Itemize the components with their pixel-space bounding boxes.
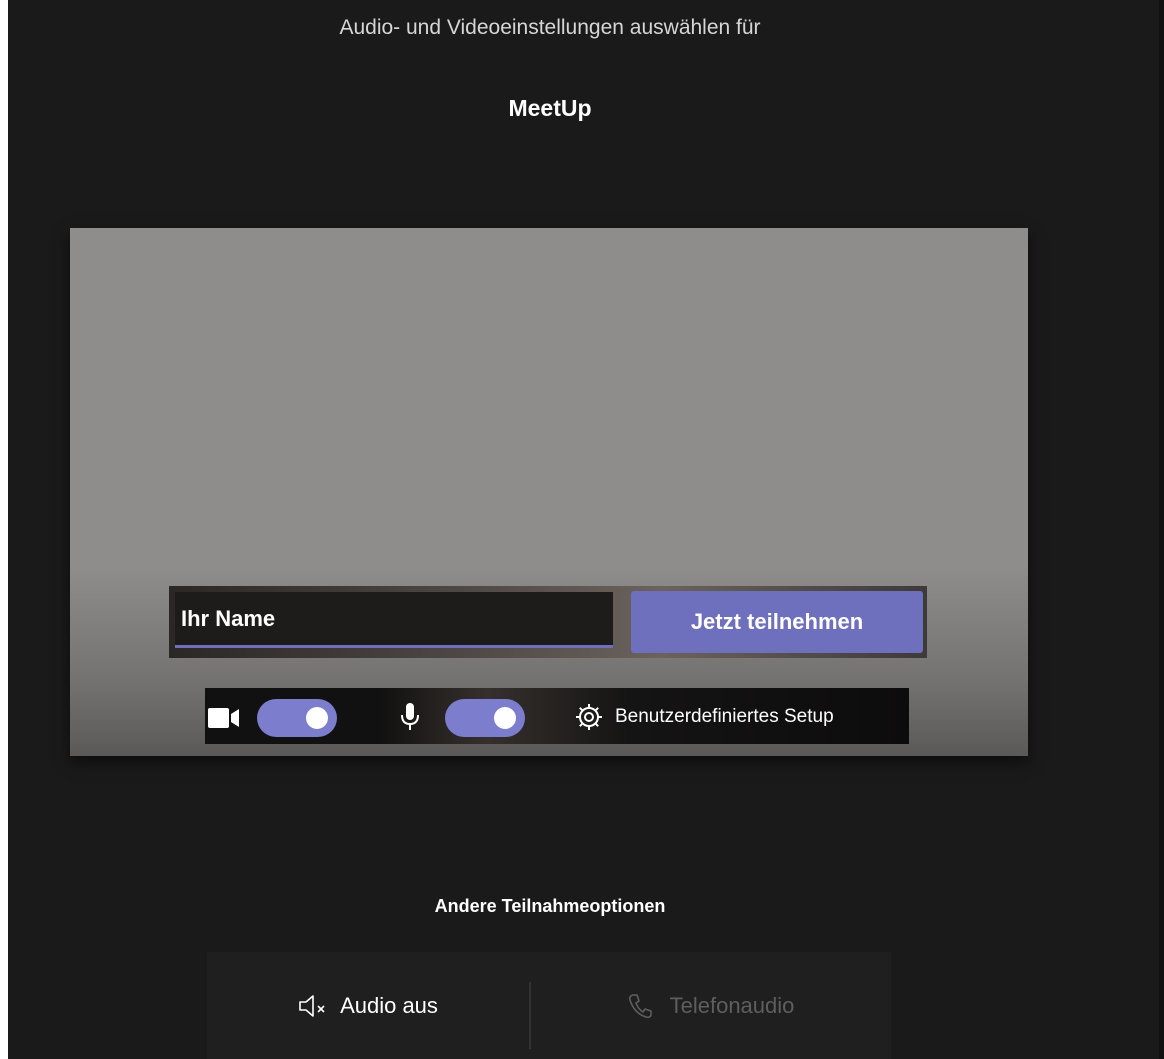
microphone-toggle-knob xyxy=(494,707,516,729)
window-right-edge xyxy=(1159,0,1164,1059)
video-preview: Jetzt teilnehmen xyxy=(70,228,1028,756)
join-now-button[interactable]: Jetzt teilnehmen xyxy=(631,591,923,653)
audio-off-label: Audio aus xyxy=(340,992,438,1018)
meeting-title: MeetUp xyxy=(508,95,592,121)
custom-setup-button[interactable]: Benutzerdefiniertes Setup xyxy=(575,698,834,736)
video-camera-icon xyxy=(208,708,239,728)
name-input[interactable] xyxy=(175,592,613,648)
device-controls-bar: Benutzerdefiniertes Setup xyxy=(205,688,909,744)
video-toggle-knob xyxy=(306,707,328,729)
other-join-options-panel: Audio aus Telefonaudio xyxy=(207,952,891,1059)
join-bar: Jetzt teilnehmen xyxy=(169,586,927,658)
settings-subtitle: Audio- und Videoeinstellungen auswählen … xyxy=(339,16,761,39)
gear-icon xyxy=(576,704,602,730)
phone-audio-label: Telefonaudio xyxy=(669,992,795,1018)
phone-icon xyxy=(628,993,652,1018)
custom-setup-label: Benutzerdefiniertes Setup xyxy=(615,706,834,727)
phone-audio-option: Telefonaudio xyxy=(531,952,891,1059)
microphone-toggle[interactable] xyxy=(445,699,525,737)
other-join-options-heading: Andere Teilnahmeoptionen xyxy=(434,896,666,916)
audio-off-option[interactable]: Audio aus xyxy=(207,952,529,1059)
speaker-muted-icon xyxy=(299,994,325,1017)
microphone-icon xyxy=(401,703,419,730)
video-toggle[interactable] xyxy=(257,699,337,737)
